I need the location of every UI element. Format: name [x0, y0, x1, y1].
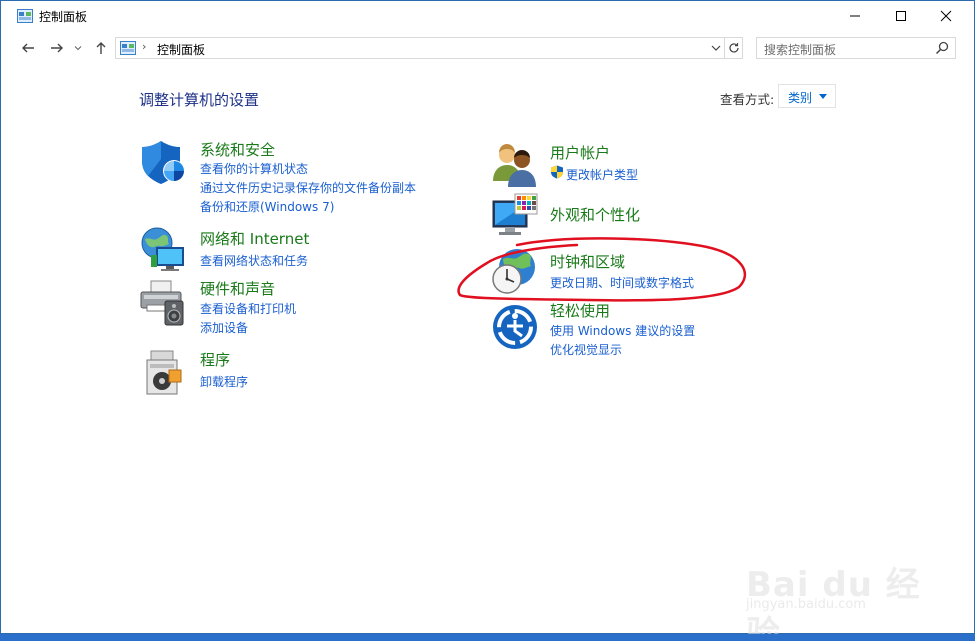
close-button[interactable]: [923, 1, 969, 31]
users-icon[interactable]: [491, 141, 539, 189]
minimize-button[interactable]: [832, 1, 878, 31]
category-user-accounts[interactable]: 用户帐户: [550, 142, 610, 163]
forward-arrow-icon: [51, 43, 63, 53]
refresh-icon: [728, 43, 739, 53]
window-title: 控制面板: [39, 10, 88, 24]
link-change-account-type[interactable]: 更改帐户类型: [566, 166, 638, 183]
link-devices-printers[interactable]: 查看设备和打印机: [200, 300, 296, 317]
chevron-down-icon: [711, 45, 721, 51]
category-system-security[interactable]: 系统和安全: [200, 139, 275, 160]
back-button[interactable]: [18, 38, 38, 58]
programs-icon[interactable]: [141, 348, 189, 396]
shield-icon[interactable]: [139, 137, 187, 185]
chevron-down-icon: [74, 46, 82, 51]
maximize-icon: [896, 11, 906, 21]
up-arrow-icon: [96, 42, 106, 54]
caret-down-icon: [819, 94, 827, 99]
network-globe-icon[interactable]: [139, 225, 187, 273]
link-view-computer-status[interactable]: 查看你的计算机状态: [200, 160, 308, 177]
monitor-palette-icon[interactable]: [491, 193, 539, 241]
view-by-label: 查看方式:: [720, 92, 775, 107]
breadcrumb[interactable]: 控制面板: [157, 41, 205, 58]
control-panel-window: 控制面板 › 控制面板 搜索控制面板 调整计算机的设置 查看方式: 类别 系统和…: [0, 0, 975, 641]
ease-of-access-icon[interactable]: [491, 303, 539, 351]
view-by-value: 类别: [788, 91, 813, 105]
link-file-history-backup[interactable]: 通过文件历史记录保存你的文件备份副本: [200, 179, 416, 196]
search-placeholder: 搜索控制面板: [764, 43, 837, 57]
link-windows-recommended-settings[interactable]: 使用 Windows 建议的设置: [550, 322, 695, 339]
recent-locations-button[interactable]: [71, 38, 85, 58]
view-by-select[interactable]: 类别: [778, 84, 836, 108]
search-icon[interactable]: [935, 41, 949, 55]
desktop-background: [0, 634, 975, 641]
category-hardware-sound[interactable]: 硬件和声音: [200, 278, 275, 299]
up-button[interactable]: [91, 38, 111, 58]
category-programs[interactable]: 程序: [200, 349, 230, 370]
control-panel-icon: [17, 9, 33, 23]
title-bar: 控制面板: [1, 1, 974, 31]
category-appearance-personalization[interactable]: 外观和个性化: [550, 204, 640, 225]
address-bar[interactable]: › 控制面板: [115, 37, 725, 59]
back-arrow-icon: [22, 43, 34, 53]
minimize-icon: [850, 15, 860, 17]
address-dropdown-button[interactable]: [709, 40, 723, 56]
forward-button[interactable]: [47, 38, 67, 58]
annotation-highlight-ellipse: [457, 237, 746, 302]
uac-shield-icon: [551, 165, 563, 179]
maximize-button[interactable]: [878, 1, 924, 31]
link-add-device[interactable]: 添加设备: [200, 319, 248, 336]
printer-speaker-icon[interactable]: [139, 279, 187, 327]
watermark: Bai du 经验 jingyan.baidu.com: [746, 537, 936, 641]
watermark-url: jingyan.baidu.com: [746, 597, 866, 612]
link-network-status[interactable]: 查看网络状态和任务: [200, 252, 308, 269]
breadcrumb-separator[interactable]: ›: [142, 40, 146, 53]
navigation-bar: › 控制面板 搜索控制面板: [1, 34, 974, 62]
refresh-button[interactable]: [725, 37, 743, 59]
close-icon: [940, 10, 952, 22]
search-input[interactable]: 搜索控制面板: [756, 37, 956, 59]
link-uninstall-program[interactable]: 卸载程序: [200, 373, 248, 390]
category-network-internet[interactable]: 网络和 Internet: [200, 228, 309, 249]
link-optimize-visual-display[interactable]: 优化视觉显示: [550, 341, 622, 358]
page-title: 调整计算机的设置: [139, 91, 260, 109]
control-panel-icon: [120, 41, 136, 55]
link-backup-restore[interactable]: 备份和还原(Windows 7): [200, 198, 334, 215]
